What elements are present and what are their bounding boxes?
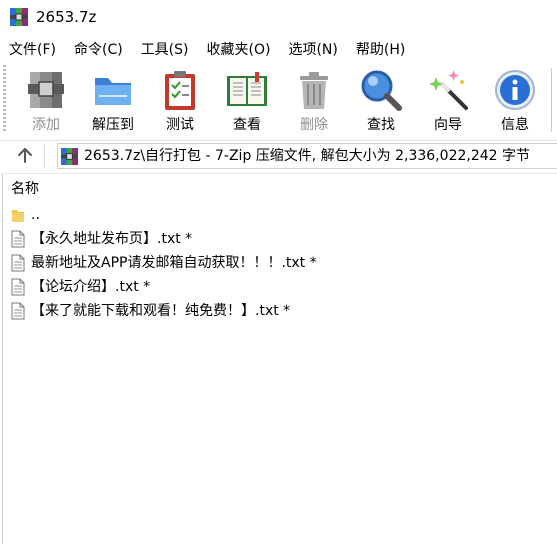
wizard-wand-icon [429,70,468,110]
info-label: 信息 [501,117,529,133]
text-file-icon [11,278,25,296]
toolbar-end-separator [551,68,552,132]
list-item[interactable]: .. [10,203,550,227]
7zip-archive-icon [61,148,78,165]
text-file-icon [11,302,25,320]
menu-bar: 文件(F) 命令(C) 工具(S) 收藏夹(O) 选项(N) 帮助(H) [0,38,557,62]
find-button[interactable]: 查找 [350,66,412,134]
menu-tools[interactable]: 工具(S) [132,38,198,62]
add-archive-icon [28,72,64,108]
window-title: 2653.7z [36,8,97,26]
menu-command[interactable]: 命令(C) [65,38,132,62]
delete-label: 删除 [300,117,328,133]
test-clipboard-icon [165,71,195,110]
list-item-name: 【论坛介绍】.txt * [31,279,151,295]
delete-trash-icon [300,72,328,109]
address-path-text: 2653.7z\自行打包 - 7-Zip 压缩文件, 解包大小为 2,336,0… [84,148,531,164]
7zip-archive-icon [10,8,28,26]
view-label: 查看 [233,117,261,133]
extract-folder-icon [95,78,131,105]
menu-help[interactable]: 帮助(H) [347,38,414,62]
list-item[interactable]: 【论坛介绍】.txt * [10,275,550,299]
add-button[interactable]: 添加 [15,66,77,134]
address-bar-row: 2653.7z\自行打包 - 7-Zip 压缩文件, 解包大小为 2,336,0… [0,140,557,171]
file-list-pane[interactable]: 名称 .. 【永久地址发布页】.txt * 最新地址及APP请发邮箱自动获取！！… [2,173,557,544]
info-icon [495,70,535,110]
list-item-name: 最新地址及APP请发邮箱自动获取！！！.txt * [31,255,317,271]
view-book-icon [227,72,267,106]
menu-file[interactable]: 文件(F) [0,38,65,62]
list-item[interactable]: 【来了就能下载和观看！纯免费！】.txt * [10,299,550,323]
toolbar-grip[interactable] [3,65,6,133]
find-magnifier-icon [361,70,402,111]
test-label: 测试 [166,117,194,133]
menu-options[interactable]: 选项(N) [279,38,346,62]
text-file-icon [11,230,25,248]
title-bar: 2653.7z [0,0,557,36]
extract-label: 解压到 [92,117,134,133]
up-level-button[interactable] [6,144,45,168]
list-item[interactable]: 【永久地址发布页】.txt * [10,227,550,251]
extract-button[interactable]: 解压到 [82,66,144,134]
list-item-name: .. [31,207,40,223]
address-field[interactable]: 2653.7z\自行打包 - 7-Zip 压缩文件, 解包大小为 2,336,0… [57,143,557,169]
up-arrow-icon [18,148,32,163]
test-button[interactable]: 测试 [149,66,211,134]
list-item-name: 【来了就能下载和观看！纯免费！】.txt * [31,303,291,319]
delete-button[interactable]: 删除 [283,66,345,134]
text-file-icon [11,254,25,272]
view-button[interactable]: 查看 [216,66,278,134]
list-item[interactable]: 最新地址及APP请发邮箱自动获取！！！.txt * [10,251,550,275]
menu-favorites[interactable]: 收藏夹(O) [198,38,280,62]
column-header-name[interactable]: 名称 [11,180,39,198]
info-button[interactable]: 信息 [484,66,546,134]
find-label: 查找 [367,117,395,133]
toolbar: 添加 解压到 测试 查看 删除 查找 向导 信息 [0,62,557,138]
wizard-button[interactable]: 向导 [417,66,479,134]
wizard-label: 向导 [434,117,462,133]
folder-icon [12,210,24,222]
list-item-name: 【永久地址发布页】.txt * [31,231,193,247]
add-label: 添加 [32,117,60,133]
